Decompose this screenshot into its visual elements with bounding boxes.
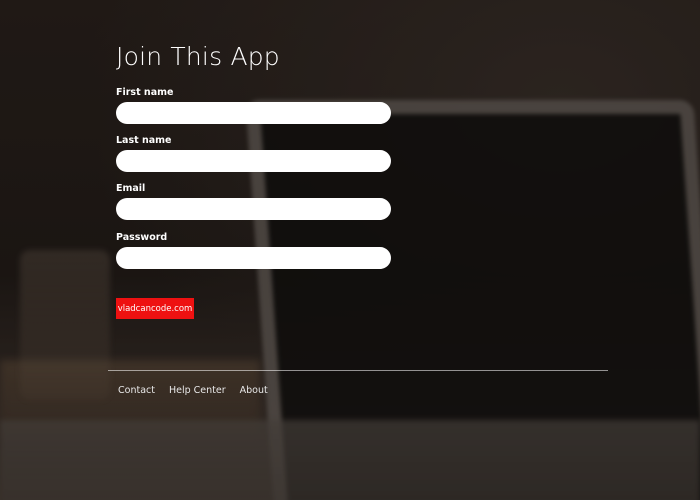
last-name-field[interactable] bbox=[116, 150, 391, 172]
submit-button[interactable]: vladcancode.com bbox=[116, 298, 194, 319]
footer-nav: Contact Help Center About bbox=[118, 385, 268, 396]
last-name-label: Last name bbox=[116, 135, 172, 146]
password-field[interactable] bbox=[116, 247, 391, 269]
signup-page: Join This App First name Last name Email… bbox=[0, 0, 700, 500]
email-field[interactable] bbox=[116, 198, 391, 220]
footer-divider bbox=[108, 370, 608, 371]
footer-link-contact[interactable]: Contact bbox=[118, 385, 155, 396]
page-title: Join This App bbox=[116, 42, 280, 71]
email-label: Email bbox=[116, 183, 146, 194]
first-name-label: First name bbox=[116, 87, 174, 98]
footer-link-about[interactable]: About bbox=[240, 385, 268, 396]
footer-link-help-center[interactable]: Help Center bbox=[169, 385, 226, 396]
first-name-field[interactable] bbox=[116, 102, 391, 124]
password-label: Password bbox=[116, 232, 168, 243]
